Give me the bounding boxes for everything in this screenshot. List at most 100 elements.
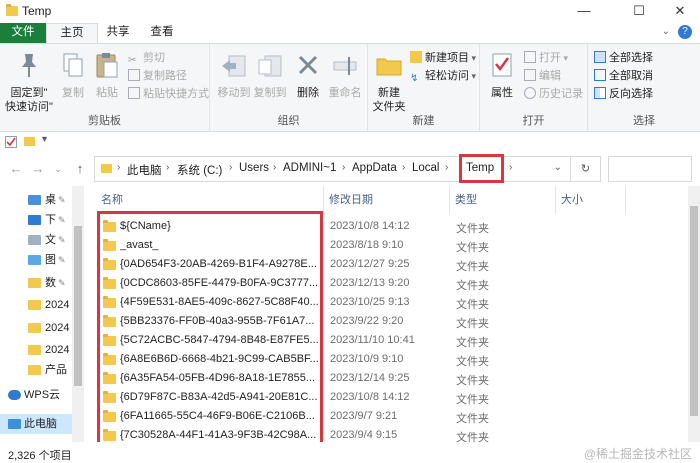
breadcrumb-users[interactable]: Users [239,162,269,174]
history-button[interactable]: 历史记录 [524,86,583,103]
rename-icon [333,57,357,75]
checkbox-properties-icon[interactable] [5,136,17,148]
select-all-button[interactable]: 全部选择 [594,50,653,67]
help-icon[interactable]: ? [678,25,692,39]
nav-item-wps-cloud[interactable]: WPS云 [0,385,72,405]
pin-quick-access-button[interactable]: 固定到" 快速访问" [4,48,54,114]
address-dropdown-icon[interactable]: ⌄ [554,162,562,173]
navigation-pane: 桌 ✎ 下 ✎ 文 ✎ 图 ✎ 数 ✎ 2024 2024 2024 产品 WPS云 此电… [0,186,86,442]
forward-arrow-icon[interactable]: → [30,161,46,177]
breadcrumb-admini[interactable]: ADMINI~1 [283,162,336,174]
breadcrumb-appdata[interactable]: AppData [352,162,397,174]
close-button[interactable]: ✕ [660,0,700,23]
column-separator[interactable] [625,186,626,214]
file-list-scrollbar-thumb[interactable] [690,206,698,416]
pin-quick-access-label: 固定到" 快速访问" [5,87,53,113]
copy-button[interactable]: 复制 [56,48,90,100]
column-separator[interactable] [555,186,556,214]
up-arrow-icon[interactable]: ↑ [72,161,88,177]
nav-item-this-pc[interactable]: 此电脑 [0,414,72,434]
copy-path-icon [128,69,140,81]
chevron-right-icon[interactable]: › [117,162,120,173]
chevron-right-icon[interactable]: › [229,162,232,173]
nav-scrollbar-thumb[interactable] [74,226,82,386]
column-separator[interactable] [323,186,324,214]
pin-icon: ✎ [58,278,66,288]
new-folder-button[interactable]: 新建 文件夹 [370,48,408,114]
nav-item-2024-b[interactable]: 2024 [0,318,72,338]
clipboard-group-label: 剪贴板 [88,115,121,127]
copy-path-label: 复制路径 [143,70,187,82]
easy-access-button[interactable]: ↯ 轻松访问 ▾ [410,68,476,85]
address-bar[interactable]: › 此电脑 › 系统 (C:) › Users › ADMINI~1 › App… [94,154,571,183]
nav-item-products[interactable]: 产品 [0,360,72,380]
breadcrumb-this-pc[interactable]: 此电脑 [127,162,162,178]
ribbon-tabs: 文件 主页 共享 查看 ⌄ ? [0,23,700,43]
edit-label: 编辑 [539,70,561,82]
back-arrow-icon[interactable]: ← [8,161,24,177]
cut-button[interactable]: ✂ 剪切 [128,50,165,67]
maximize-button[interactable]: ☐ [616,0,662,23]
search-input[interactable] [608,156,692,182]
tab-home[interactable]: 主页 [46,23,98,43]
customize-toolbar-icon[interactable]: ▾ [42,134,47,145]
folder-icon [28,365,41,375]
copy-to-button[interactable]: 复制到 [252,48,288,100]
edit-button[interactable]: 编辑 [524,68,561,85]
cut-label: 剪切 [143,52,165,64]
window-title: Temp [22,4,52,18]
file-list-scrollbar[interactable] [688,186,700,442]
breadcrumb-system-c[interactable]: 系统 (C:) [177,162,222,178]
copy-path-button[interactable]: 复制路径 [128,68,187,85]
tab-file[interactable]: 文件 [0,23,46,43]
nav-item-downloads[interactable]: 下 ✎ [0,210,72,230]
nav-scrollbar[interactable] [72,186,84,442]
pin-icon: ✎ [58,255,66,265]
paste-shortcut-button[interactable]: 粘贴快捷方式 [128,86,209,103]
move-to-button[interactable]: 移动到 [216,48,252,100]
column-separator[interactable] [449,186,450,214]
folder-icon [101,164,112,173]
file-names-highlight-box [97,211,323,442]
new-item-button[interactable]: 新建项目 ▾ [410,50,476,67]
nav-item-2024-c[interactable]: 2024 [0,340,72,360]
column-header-name[interactable]: 名称 [101,186,123,214]
chevron-right-icon[interactable]: › [445,162,448,173]
new-group: 新建 文件夹 新建项目 ▾ ↯ 轻松访问 ▾ 新建 [368,44,480,132]
rename-button[interactable]: 重命名 [326,48,364,100]
folder-icon[interactable] [24,137,35,146]
column-header-date[interactable]: 修改日期 [329,186,373,214]
column-header-type[interactable]: 类型 [455,186,477,214]
recent-locations-chevron-icon[interactable]: ⌄ [50,161,66,177]
open-button[interactable]: 打开 ▾ [524,50,568,67]
nav-item-2024-a[interactable]: 2024 [0,295,72,315]
folder-icon [28,300,41,310]
nav-item-desktop[interactable]: 桌 ✎ [0,190,72,210]
refresh-icon[interactable]: ↻ [571,156,601,182]
new-item-label: 新建项目 [425,52,469,64]
nav-item-data[interactable]: 数 ✎ [0,273,72,293]
delete-label: 删除 [297,87,319,99]
chevron-right-icon[interactable]: › [509,162,512,173]
select-none-button[interactable]: 全部取消 [594,68,653,85]
folder-icon [28,278,41,288]
properties-button[interactable]: 属性 [484,48,520,100]
status-bar: 2,326 个项目 @稀土掘金技术社区 [0,443,700,463]
ribbon-collapse-icon[interactable]: ⌄ [662,26,670,37]
paste-button[interactable]: 粘贴 [90,48,124,100]
delete-button[interactable]: 删除 [292,48,324,100]
chevron-right-icon[interactable]: › [273,162,276,173]
minimize-button[interactable]: — [561,0,607,23]
invert-selection-label: 反向选择 [609,88,653,100]
chevron-right-icon[interactable]: › [402,162,405,173]
column-header-size[interactable]: 大小 [561,186,583,214]
nav-item-pictures[interactable]: 图 ✎ [0,250,72,270]
tab-share[interactable]: 共享 [98,23,138,43]
invert-selection-button[interactable]: 反向选择 [594,86,653,103]
breadcrumb-local[interactable]: Local [412,162,440,174]
nav-item-documents[interactable]: 文 ✎ [0,230,72,250]
chevron-right-icon[interactable]: › [342,162,345,173]
chevron-right-icon[interactable]: › [166,162,169,173]
copy-to-label: 复制到 [253,87,287,99]
tab-view[interactable]: 查看 [138,23,186,43]
